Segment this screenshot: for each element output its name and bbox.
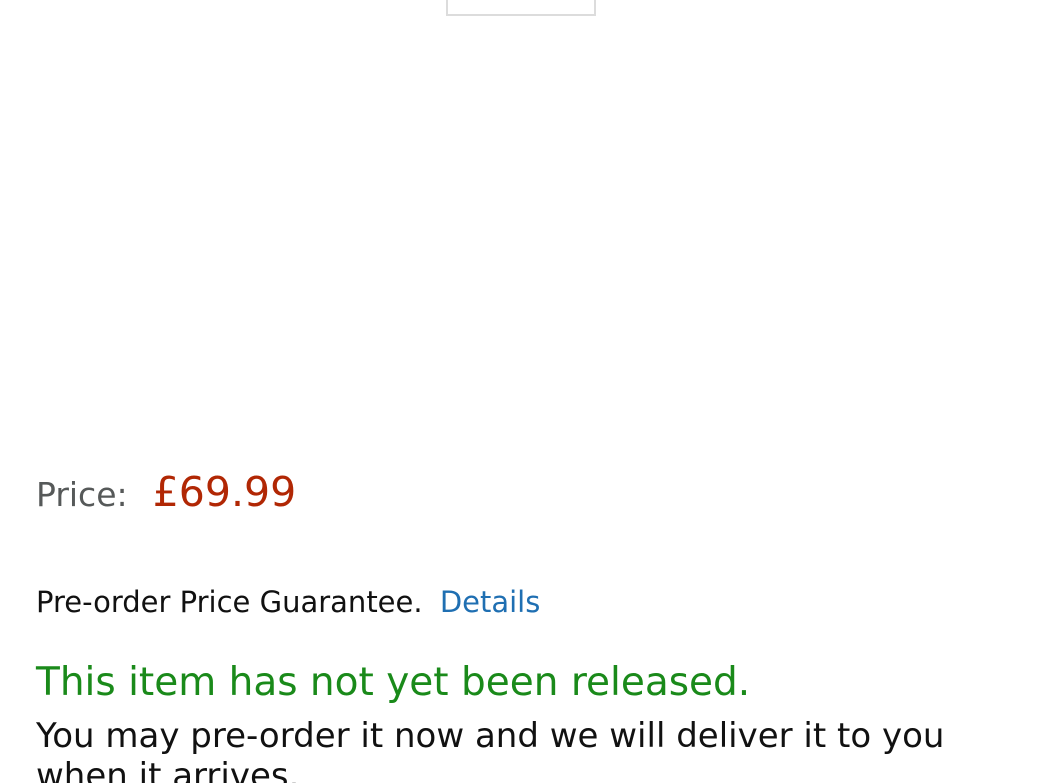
product-image-thumbnail[interactable] bbox=[446, 0, 596, 16]
preorder-guarantee: Pre-order Price Guarantee. Details bbox=[36, 585, 540, 619]
price-row: Price: £69.99 bbox=[36, 468, 296, 518]
preorder-guarantee-text: Pre-order Price Guarantee. bbox=[36, 585, 423, 619]
price-value: £69.99 bbox=[152, 468, 297, 516]
price-label: Price: bbox=[36, 475, 128, 514]
availability-status: This item has not yet been released. bbox=[36, 660, 751, 705]
details-link[interactable]: Details bbox=[440, 585, 541, 619]
preorder-note: You may pre-order it now and we will del… bbox=[36, 716, 945, 783]
